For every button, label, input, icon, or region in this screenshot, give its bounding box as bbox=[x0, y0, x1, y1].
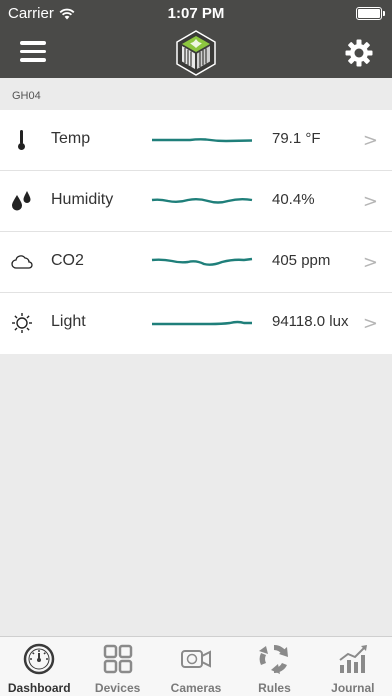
bar-chart-icon bbox=[339, 645, 367, 673]
clock: 1:07 PM bbox=[167, 5, 225, 22]
grid-icon bbox=[103, 644, 132, 674]
cloud-icon bbox=[11, 255, 33, 269]
sensor-row-co2[interactable]: CO2 405 ppm > bbox=[0, 232, 392, 293]
tab-dashboard[interactable]: Dashboard bbox=[0, 637, 78, 696]
co2-sparkline bbox=[151, 257, 253, 266]
chevron-right-icon: > bbox=[362, 252, 378, 273]
gauge-icon bbox=[23, 643, 55, 675]
tab-journal[interactable]: Journal bbox=[314, 637, 392, 696]
chevron-right-icon: > bbox=[362, 130, 378, 151]
tab-bar: Dashboard Devices Cameras Rules Journal bbox=[0, 636, 392, 696]
tab-label: Journal bbox=[331, 681, 375, 695]
sensor-label: Temp bbox=[51, 130, 91, 147]
tab-label: Dashboard bbox=[7, 681, 71, 695]
camera-icon bbox=[181, 650, 212, 668]
status-bar: Carrier 1:07 PM bbox=[0, 0, 392, 28]
sensor-list: Temp 79.1 °F > Humidity 40.4% > CO2 405 … bbox=[0, 110, 392, 354]
cycle-arrows-icon bbox=[259, 644, 289, 674]
chevron-right-icon: > bbox=[362, 191, 378, 212]
chevron-right-icon: > bbox=[362, 313, 378, 334]
sensor-row-light[interactable]: Light 94118.0 lux > bbox=[0, 293, 392, 354]
tab-cameras[interactable]: Cameras bbox=[157, 637, 235, 696]
tab-devices[interactable]: Devices bbox=[78, 637, 156, 696]
sun-icon bbox=[12, 313, 32, 333]
greenhouse-label: GH04 bbox=[12, 90, 41, 102]
sensor-row-temp[interactable]: Temp 79.1 °F > bbox=[0, 110, 392, 171]
temp-sparkline bbox=[152, 138, 253, 143]
light-sparkline bbox=[152, 320, 252, 326]
water-drops-icon bbox=[12, 191, 31, 211]
tab-label: Devices bbox=[94, 681, 141, 695]
sensor-label: Light bbox=[51, 313, 86, 330]
sensor-label: Humidity bbox=[51, 191, 114, 208]
greenhouse-logo bbox=[176, 30, 216, 76]
tab-label: Cameras bbox=[170, 681, 222, 695]
sensor-value: 405 ppm bbox=[272, 252, 331, 269]
sensor-value: 40.4% bbox=[272, 191, 315, 208]
sensor-value: 94118.0 lux bbox=[272, 313, 349, 330]
sensor-label: CO2 bbox=[51, 252, 84, 269]
humidity-sparkline bbox=[151, 198, 253, 204]
hamburger-menu-icon[interactable] bbox=[20, 41, 46, 63]
gear-icon[interactable] bbox=[344, 38, 374, 68]
battery-icon bbox=[356, 7, 385, 20]
sensor-row-humidity[interactable]: Humidity 40.4% > bbox=[0, 171, 392, 232]
thermometer-icon bbox=[18, 130, 25, 150]
sensor-value: 79.1 °F bbox=[272, 130, 321, 147]
tab-rules[interactable]: Rules bbox=[235, 637, 313, 696]
tab-label: Rules bbox=[258, 681, 291, 695]
header-bar bbox=[0, 28, 392, 78]
